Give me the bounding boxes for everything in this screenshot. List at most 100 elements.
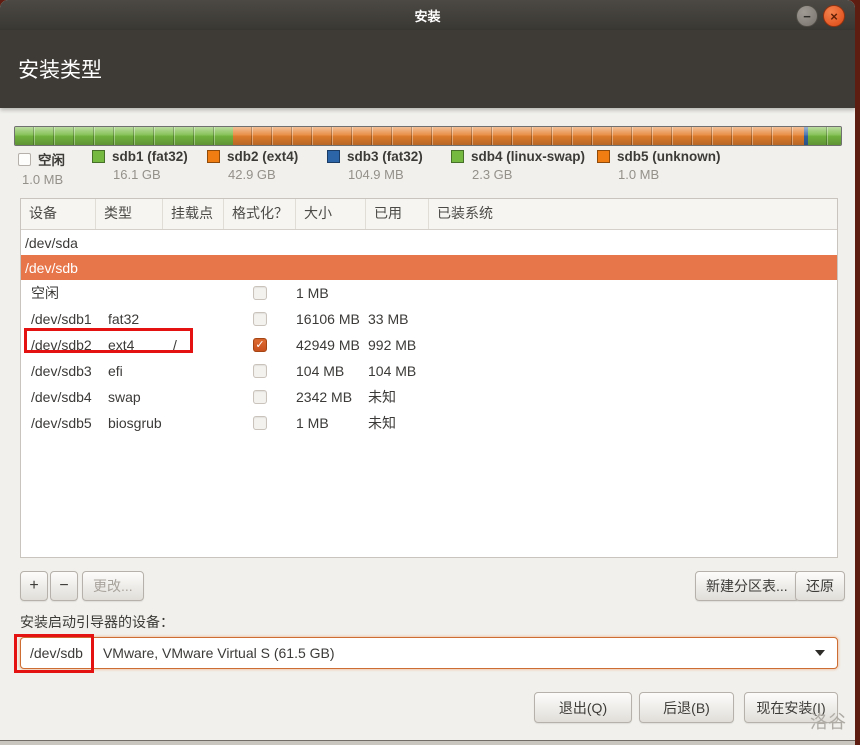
cell-size: 16106 MB bbox=[296, 311, 366, 327]
page-header: 安装类型 bbox=[0, 30, 855, 108]
chevron-down-icon bbox=[815, 650, 825, 656]
column-header-size[interactable]: 大小 bbox=[296, 199, 366, 229]
page-title: 安装类型 bbox=[18, 54, 102, 84]
cell-type: fat32 bbox=[96, 311, 163, 327]
bootloader-device-description: VMware, VMware Virtual S (61.5 GB) bbox=[93, 645, 815, 661]
bootloader-device-value: /dev/sdb bbox=[21, 645, 92, 661]
disk-segment-sdb1 bbox=[15, 127, 233, 145]
cell-device: /dev/sdb5 bbox=[21, 415, 96, 431]
legend-label: sdb2 (ext4) bbox=[227, 149, 298, 164]
back-button[interactable]: 后退(B) bbox=[639, 692, 734, 723]
watermark-text: 洛谷 bbox=[810, 708, 846, 734]
cell-used: 104 MB bbox=[366, 363, 429, 379]
cell-device: /dev/sdb4 bbox=[21, 389, 96, 405]
titlebar: 安装 − × bbox=[0, 0, 855, 31]
format-checkbox[interactable] bbox=[253, 416, 267, 430]
legend-size: 16.1 GB bbox=[113, 167, 188, 182]
cell-device: /dev/sdb3 bbox=[21, 363, 96, 379]
format-checkbox[interactable] bbox=[253, 286, 267, 300]
bootloader-label: 安装启动引导器的设备： bbox=[20, 612, 174, 632]
installer-window: 安装 − × 安装类型 空闲 1.0 MB sdb1 (fat32) 16.1 … bbox=[0, 0, 855, 740]
column-header-system[interactable]: 已装系统 bbox=[429, 199, 837, 229]
legend-label: sdb5 (unknown) bbox=[617, 149, 721, 164]
legend-item-sdb5: sdb5 (unknown) 1.0 MB bbox=[597, 149, 721, 182]
minimize-icon: − bbox=[803, 10, 811, 23]
cell-used: 未知 bbox=[366, 387, 429, 407]
legend-item-sdb4: sdb4 (linux-swap) 2.3 GB bbox=[451, 149, 585, 182]
table-row-sdb[interactable]: /dev/sdb bbox=[21, 255, 837, 280]
cell-used: 992 MB bbox=[366, 337, 429, 353]
legend-size: 1.0 MB bbox=[22, 172, 65, 187]
cell-type: efi bbox=[96, 363, 163, 379]
table-header-row: 设备 类型 挂载点 格式化？ 大小 已用 已装系统 bbox=[21, 199, 837, 230]
legend-item-free: 空闲 1.0 MB bbox=[18, 149, 65, 187]
disk-segment-sdb2 bbox=[233, 127, 804, 145]
column-header-mountpoint[interactable]: 挂载点 bbox=[163, 199, 224, 229]
legend-item-sdb1: sdb1 (fat32) 16.1 GB bbox=[92, 149, 188, 182]
table-row-sda[interactable]: /dev/sda bbox=[21, 230, 837, 255]
disk-segment-sdb4 bbox=[808, 127, 841, 145]
cell-device: 空闲 bbox=[21, 283, 96, 303]
new-partition-table-button[interactable]: 新建分区表... bbox=[695, 571, 799, 601]
legend-size: 2.3 GB bbox=[472, 167, 585, 182]
column-header-format[interactable]: 格式化？ bbox=[224, 199, 296, 229]
cell-device: /dev/sdb1 bbox=[21, 311, 96, 327]
cell-type: swap bbox=[96, 389, 163, 405]
close-button[interactable]: × bbox=[823, 5, 845, 27]
revert-button[interactable]: 还原 bbox=[795, 571, 845, 601]
legend-chip-free bbox=[18, 153, 31, 166]
window-bottom-edge bbox=[0, 740, 855, 745]
desktop-background-strip bbox=[855, 0, 860, 744]
cell-size: 1 MB bbox=[296, 285, 366, 301]
legend-size: 42.9 GB bbox=[228, 167, 298, 182]
legend-label: sdb3 (fat32) bbox=[347, 149, 423, 164]
format-checkbox[interactable] bbox=[253, 338, 267, 352]
format-checkbox[interactable] bbox=[253, 390, 267, 404]
legend-size: 104.9 MB bbox=[348, 167, 423, 182]
legend-label: 空闲 bbox=[38, 149, 65, 169]
format-checkbox[interactable] bbox=[253, 364, 267, 378]
cell-size: 42949 MB bbox=[296, 337, 366, 353]
cell-device: /dev/sda bbox=[21, 235, 837, 251]
remove-partition-button[interactable]: − bbox=[50, 571, 78, 601]
cell-size: 104 MB bbox=[296, 363, 366, 379]
legend-label: sdb4 (linux-swap) bbox=[471, 149, 585, 164]
legend-size: 1.0 MB bbox=[618, 167, 721, 182]
table-row-sdb4[interactable]: /dev/sdb4 swap 2342 MB 未知 bbox=[21, 384, 837, 410]
disk-usage-bar bbox=[14, 126, 842, 146]
legend-chip-sdb1 bbox=[92, 150, 105, 163]
cell-size: 2342 MB bbox=[296, 389, 366, 405]
cell-used: 未知 bbox=[366, 413, 429, 433]
legend-chip-sdb5 bbox=[597, 150, 610, 163]
cell-size: 1 MB bbox=[296, 415, 366, 431]
change-partition-button[interactable]: 更改... bbox=[82, 571, 144, 601]
table-row-sdb2[interactable]: /dev/sdb2 ext4 / 42949 MB 992 MB bbox=[21, 332, 837, 358]
column-header-type[interactable]: 类型 bbox=[96, 199, 163, 229]
minimize-button[interactable]: − bbox=[796, 5, 818, 27]
table-row-free[interactable]: 空闲 1 MB bbox=[21, 280, 837, 306]
cell-type: ext4 bbox=[96, 337, 163, 353]
quit-button[interactable]: 退出(Q) bbox=[534, 692, 632, 723]
cell-used: 33 MB bbox=[366, 311, 429, 327]
legend-item-sdb3: sdb3 (fat32) 104.9 MB bbox=[327, 149, 423, 182]
table-row-sdb5[interactable]: /dev/sdb5 biosgrub 1 MB 未知 bbox=[21, 410, 837, 436]
legend-chip-sdb3 bbox=[327, 150, 340, 163]
column-header-device[interactable]: 设备 bbox=[21, 199, 96, 229]
add-partition-button[interactable]: + bbox=[20, 571, 48, 601]
cell-device: /dev/sdb bbox=[21, 260, 837, 276]
legend-chip-sdb2 bbox=[207, 150, 220, 163]
cell-device: /dev/sdb2 bbox=[21, 337, 96, 353]
table-row-sdb3[interactable]: /dev/sdb3 efi 104 MB 104 MB bbox=[21, 358, 837, 384]
cell-type: biosgrub bbox=[96, 415, 163, 431]
partition-table: 设备 类型 挂载点 格式化？ 大小 已用 已装系统 /dev/sda /dev/… bbox=[20, 198, 838, 558]
table-row-sdb1[interactable]: /dev/sdb1 fat32 16106 MB 33 MB bbox=[21, 306, 837, 332]
cell-mountpoint: / bbox=[163, 337, 224, 353]
close-icon: × bbox=[830, 10, 838, 23]
format-checkbox[interactable] bbox=[253, 312, 267, 326]
legend-label: sdb1 (fat32) bbox=[112, 149, 188, 164]
column-header-used[interactable]: 已用 bbox=[366, 199, 429, 229]
window-title: 安装 bbox=[414, 6, 440, 25]
legend-chip-sdb4 bbox=[451, 150, 464, 163]
bootloader-device-select[interactable]: /dev/sdb VMware, VMware Virtual S (61.5 … bbox=[20, 637, 838, 669]
legend-item-sdb2: sdb2 (ext4) 42.9 GB bbox=[207, 149, 298, 182]
